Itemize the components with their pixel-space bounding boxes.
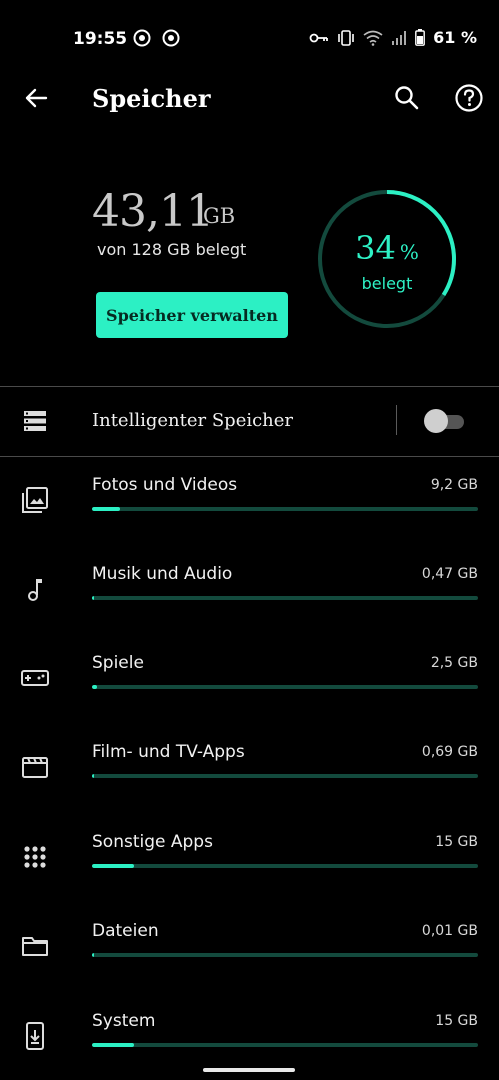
category-size: 0,69 GB [421, 744, 478, 760]
chrome-notification-icon [133, 29, 151, 47]
category-size: 9,2 GB [430, 477, 478, 493]
smart-storage-label[interactable]: Intelligenter Speicher [92, 410, 293, 431]
category-usage-fill [92, 953, 95, 957]
usage-percent-value: 34 [355, 229, 396, 267]
category-row[interactable]: Fotos und Videos 9,2 GB [0, 475, 499, 555]
used-storage-description: von 128 GB belegt [97, 240, 247, 259]
category-size: 15 GB [435, 1013, 478, 1029]
manage-storage-button[interactable]: Speicher verwalten [96, 292, 288, 338]
category-label: Dateien [92, 921, 159, 941]
system-update-icon [20, 1021, 50, 1051]
wifi-icon [363, 30, 383, 46]
movie-icon [20, 752, 50, 782]
category-label: Musik und Audio [92, 564, 233, 584]
toggle-thumb [424, 409, 448, 433]
smart-storage-toggle[interactable] [424, 409, 466, 433]
category-row[interactable]: Spiele 2,5 GB [0, 653, 499, 733]
category-label: Film- und TV-Apps [92, 742, 245, 762]
category-usage-fill [92, 685, 97, 689]
photo-library-icon [20, 485, 50, 515]
category-usage-bar [92, 685, 478, 689]
category-usage-fill [92, 774, 95, 778]
category-usage-bar [92, 596, 478, 600]
category-size: 0,01 GB [421, 923, 478, 939]
storage-stack-icon [22, 408, 48, 434]
page-title: Speicher [92, 84, 211, 113]
status-bar: 19:55 61 % [0, 0, 499, 78]
category-usage-fill [92, 864, 135, 868]
help-icon [455, 84, 483, 112]
category-label: Fotos und Videos [92, 475, 238, 495]
usage-percent-label: belegt [361, 274, 413, 293]
usage-percent: 34% [316, 229, 458, 267]
vertical-divider [396, 405, 397, 435]
category-usage-bar [92, 507, 478, 511]
category-label: Sonstige Apps [92, 832, 213, 852]
music-note-icon [20, 574, 50, 604]
search-icon [395, 86, 419, 110]
signal-icon [391, 30, 407, 46]
used-storage-value: 43,11 [92, 186, 214, 237]
category-row[interactable]: Musik und Audio 0,47 GB [0, 564, 499, 644]
used-storage-unit: GB [203, 204, 236, 228]
category-usage-fill [92, 1043, 135, 1047]
arrow-back-icon [25, 88, 48, 108]
home-indicator[interactable] [203, 1068, 295, 1072]
category-label: Spiele [92, 653, 144, 673]
chrome-notification-icon [162, 29, 180, 47]
back-button[interactable] [20, 82, 52, 114]
category-size: 2,5 GB [430, 655, 478, 671]
category-row[interactable]: Sonstige Apps 15 GB [0, 832, 499, 912]
category-usage-fill [92, 507, 120, 511]
category-label: System [92, 1011, 156, 1031]
search-button[interactable] [392, 83, 422, 113]
vibrate-icon [337, 29, 355, 46]
category-usage-bar [92, 864, 478, 868]
category-usage-bar [92, 1043, 478, 1047]
gamepad-icon [20, 663, 50, 693]
status-time: 19:55 [73, 29, 128, 49]
vpn-key-icon [309, 31, 329, 45]
apps-grid-icon [20, 842, 50, 872]
divider [0, 456, 499, 457]
battery-percentage: 61 % [433, 28, 477, 47]
category-size: 0,47 GB [421, 566, 478, 582]
category-usage-bar [92, 774, 478, 778]
battery-icon [415, 29, 426, 46]
category-row[interactable]: Film- und TV-Apps 0,69 GB [0, 742, 499, 822]
folder-icon [20, 931, 50, 961]
category-row[interactable]: Dateien 0,01 GB [0, 921, 499, 1001]
category-usage-fill [92, 596, 95, 600]
category-usage-bar [92, 953, 478, 957]
help-button[interactable] [454, 83, 484, 113]
category-size: 15 GB [435, 834, 478, 850]
usage-percent-symbol: % [399, 240, 419, 264]
divider [0, 386, 499, 387]
